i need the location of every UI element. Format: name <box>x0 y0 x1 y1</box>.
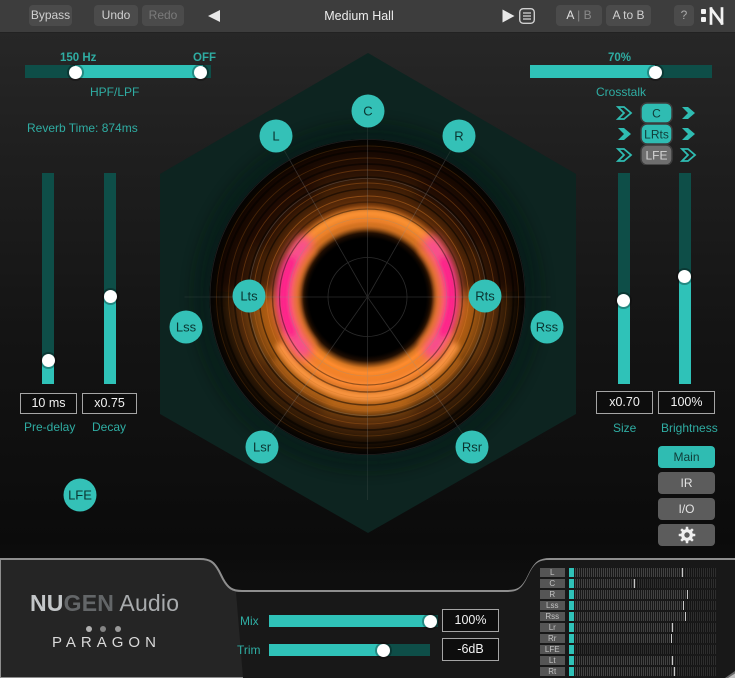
svg-text:C: C <box>363 104 372 119</box>
svg-text:Lts: Lts <box>240 289 258 304</box>
svg-text:R: R <box>454 129 463 144</box>
svg-text:LFE: LFE <box>645 149 667 163</box>
svg-text:LFE: LFE <box>68 488 92 503</box>
svg-text:L: L <box>272 129 279 144</box>
svg-text:Rss: Rss <box>536 320 559 335</box>
svg-text:Rsr: Rsr <box>462 440 483 455</box>
svg-text:Lss: Lss <box>176 320 197 335</box>
svg-text:Rts: Rts <box>475 289 495 304</box>
svg-text:Lsr: Lsr <box>253 440 272 455</box>
svg-text:LRts: LRts <box>644 128 669 142</box>
svg-text:C: C <box>652 107 661 121</box>
